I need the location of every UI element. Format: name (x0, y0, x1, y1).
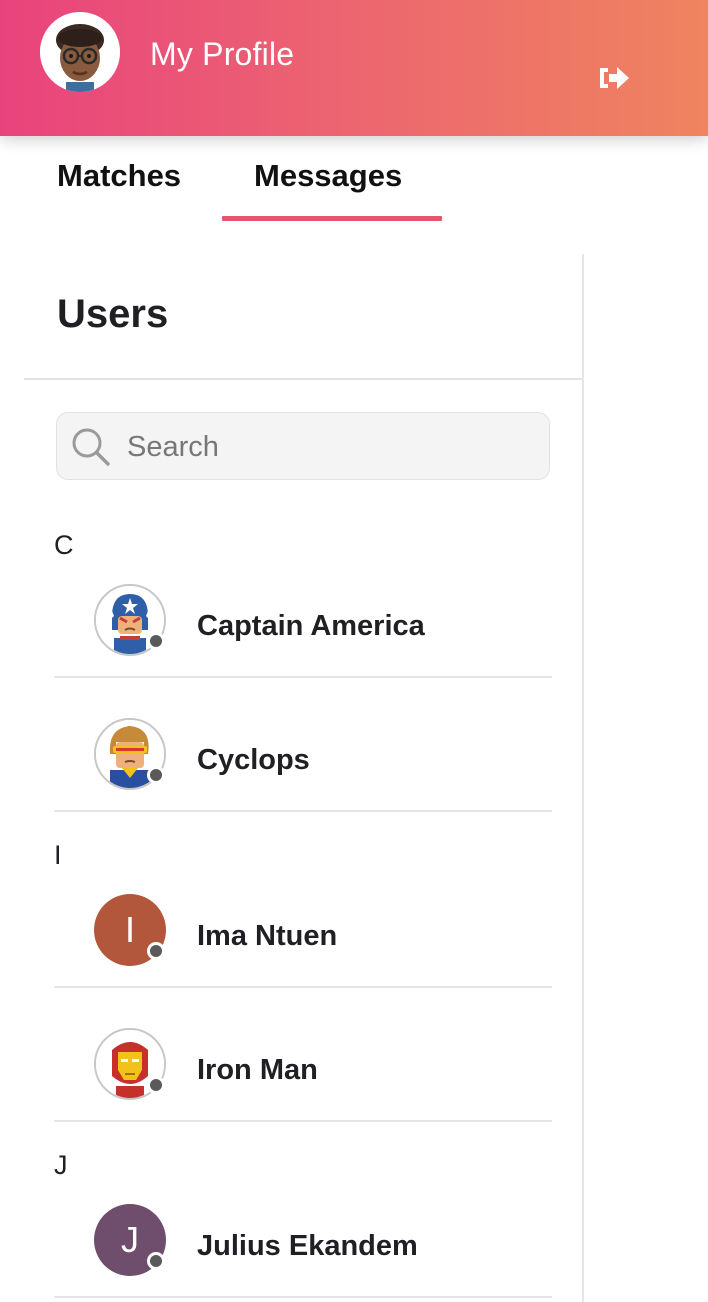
status-dot-offline (147, 1076, 165, 1094)
tab-messages[interactable]: Messages (254, 158, 402, 194)
profile-title[interactable]: My Profile (150, 36, 294, 73)
user-name: Iron Man (197, 1054, 318, 1086)
profile-avatar[interactable] (40, 12, 120, 92)
search-input[interactable] (127, 423, 527, 471)
status-dot-offline (147, 942, 165, 960)
users-heading-divider (24, 378, 582, 380)
search-box[interactable] (56, 412, 550, 480)
user-name: Cyclops (197, 744, 310, 776)
tab-matches[interactable]: Matches (57, 158, 181, 194)
status-dot-offline (147, 766, 165, 784)
users-heading: Users (57, 292, 169, 336)
search-icon (72, 428, 110, 466)
user-row-captain-america[interactable]: Captain America (54, 544, 552, 678)
sign-out-icon (600, 67, 629, 89)
app-header: My Profile (0, 0, 708, 136)
status-dot-offline (147, 632, 165, 650)
row-divider (54, 810, 552, 812)
user-row-iron-man[interactable]: Iron Man (54, 988, 552, 1122)
row-divider (54, 1296, 552, 1298)
user-name: Ima Ntuen (197, 920, 338, 952)
active-tab-indicator (222, 216, 442, 221)
user-row-cyclops[interactable]: Cyclops (54, 678, 552, 812)
status-dot-offline (147, 1252, 165, 1270)
user-row-julius-ekandem[interactable]: J Julius Ekandem (54, 1164, 552, 1298)
user-row-ima-ntuen[interactable]: I Ima Ntuen (54, 854, 552, 988)
memoji-avatar-icon (40, 12, 120, 92)
logout-button[interactable] (596, 62, 632, 94)
row-divider (54, 1120, 552, 1122)
tab-bar: Matches Messages (0, 136, 708, 226)
user-name: Captain America (197, 610, 425, 642)
user-name: Julius Ekandem (197, 1230, 418, 1262)
panel-divider (582, 254, 584, 1302)
